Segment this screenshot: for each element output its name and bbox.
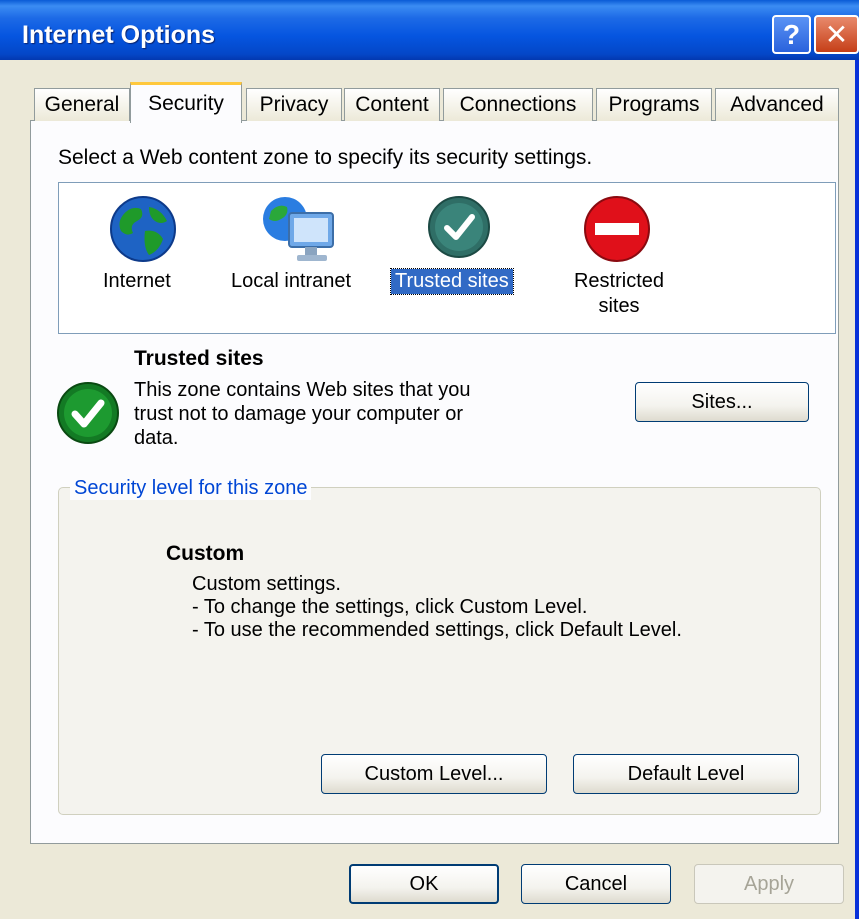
intranet-icon	[263, 197, 334, 261]
default-level-button[interactable]: Default Level	[573, 754, 799, 794]
tab-connections[interactable]: Connections	[443, 88, 593, 121]
selected-zone-title: Trusted sites	[134, 347, 264, 370]
close-button[interactable]: ✕	[814, 15, 859, 54]
tab-label: General	[44, 93, 120, 116]
selected-zone-description: This zone contains Web sites that you tr…	[134, 378, 534, 450]
tab-content[interactable]: Content	[344, 88, 440, 121]
zone-list: Internet Local intranet Trusted sites Re…	[58, 182, 836, 334]
zone-label: Local intranet	[231, 270, 352, 292]
tab-label: Privacy	[259, 93, 329, 116]
restricted-icon	[584, 196, 650, 262]
zone-instruction: Select a Web content zone to specify its…	[58, 146, 593, 169]
cancel-button[interactable]: Cancel	[521, 864, 671, 904]
zone-label: Trusted sites	[390, 268, 514, 295]
checkmark-icon	[428, 196, 490, 258]
security-level-legend: Security level for this zone	[70, 477, 312, 500]
description-line: data.	[134, 427, 179, 449]
ok-button[interactable]: OK	[349, 864, 499, 904]
sites-button[interactable]: Sites...	[635, 382, 809, 422]
tab-label: Programs	[608, 93, 700, 116]
level-line: - To use the recommended settings, click…	[192, 619, 682, 641]
apply-button[interactable]: Apply	[694, 864, 844, 904]
zone-label-line1: Restricted	[573, 270, 665, 292]
close-icon: ✕	[824, 19, 849, 50]
tab-general[interactable]: General	[34, 88, 130, 121]
zone-label: Internet	[103, 270, 171, 292]
question-mark-icon: ?	[782, 18, 801, 50]
security-level-description: Custom settings. - To change the setting…	[192, 573, 682, 642]
help-button[interactable]: ?	[772, 15, 811, 54]
globe-icon	[110, 196, 176, 262]
custom-level-button[interactable]: Custom Level...	[321, 754, 547, 794]
title-bar[interactable]: Internet Options ? ✕	[0, 0, 859, 60]
tab-privacy[interactable]: Privacy	[246, 88, 342, 121]
tab-security[interactable]: Security	[130, 82, 242, 123]
trusted-sites-icon	[57, 382, 119, 444]
level-line: Custom settings.	[192, 573, 341, 595]
tab-label: Security	[148, 92, 224, 115]
tab-advanced[interactable]: Advanced	[715, 88, 839, 121]
tab-label: Connections	[459, 93, 577, 116]
tab-programs[interactable]: Programs	[596, 88, 712, 121]
zone-label-line2: sites	[598, 295, 640, 317]
tab-label: Advanced	[730, 93, 824, 116]
description-line: trust not to damage your computer or	[134, 403, 464, 425]
zone-label: Restricted sites	[569, 269, 669, 319]
internet-options-window: Internet Options ? ✕ General Security Pr…	[0, 0, 859, 919]
window-title: Internet Options	[22, 21, 216, 49]
level-line: - To change the settings, click Custom L…	[192, 596, 588, 618]
security-level-title: Custom	[166, 542, 245, 565]
tab-label: Content	[355, 93, 429, 116]
description-line: This zone contains Web sites that you	[134, 379, 471, 401]
